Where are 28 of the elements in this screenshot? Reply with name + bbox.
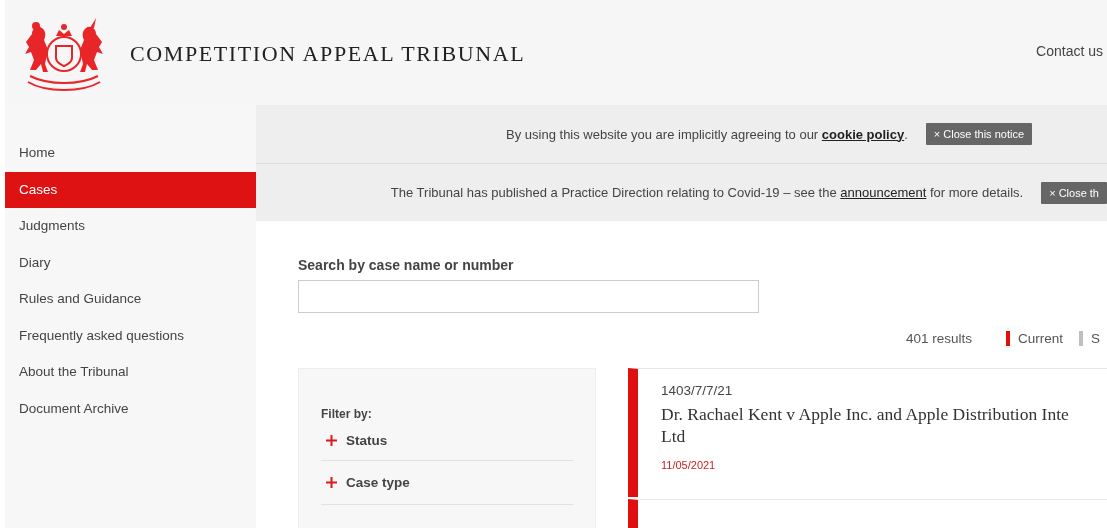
close-button[interactable]: × Close th: [1041, 181, 1107, 204]
results-count: 401 results: [906, 331, 973, 346]
search-field[interactable]: [298, 280, 759, 313]
case-card[interactable]: 1403/7/7/21 Dr. Rachael Kent v Apple Inc. and Apple Distribution Inte Ltd 11/05/2021: [628, 368, 1107, 497]
case-date: 11/05/2021: [661, 459, 717, 471]
legend-label: Current: [1018, 331, 1064, 346]
filter-toggle[interactable]: Status: [321, 421, 573, 461]
nav-item[interactable]: Diary: [5, 244, 256, 281]
nav-item[interactable]: Frequently asked questions: [5, 317, 256, 354]
legend-label: S: [1091, 331, 1101, 346]
notice-text: By using this website you are implicitly agreeing to our cookie policy.: [506, 126, 908, 142]
notice-link[interactable]: announcement: [840, 185, 927, 200]
site-title: COMPETITION APPEAL TRIBUNAL: [130, 40, 526, 67]
nav-item[interactable]: Rules and Guidance: [5, 281, 256, 318]
close-button[interactable]: × Close this notice: [925, 123, 1032, 145]
filter-toggle[interactable]: Case type: [321, 461, 573, 505]
filter-label: Filter by:: [321, 407, 373, 421]
nav-item[interactable]: Judgments: [5, 208, 256, 245]
notice-text: The Tribunal has published a Practice Direction relating to Covid-19 – see the announcement for more details.: [390, 185, 1024, 200]
nav-item[interactable]: Home: [5, 135, 256, 172]
search-label: Search by case name or number: [298, 257, 515, 273]
case-number: 1403/7/7/21: [661, 383, 734, 398]
nav-item[interactable]: Cases: [5, 171, 256, 208]
nav-item[interactable]: Document Archive: [5, 390, 256, 427]
nav-item[interactable]: About the Tribunal: [5, 354, 256, 391]
notice-link[interactable]: cookie policy: [821, 126, 905, 142]
contact-link[interactable]: Contact us: [1036, 42, 1103, 59]
case-title[interactable]: Dr. Rachael Kent v Apple Inc. and Apple Distribution Inte Ltd: [661, 403, 1107, 447]
